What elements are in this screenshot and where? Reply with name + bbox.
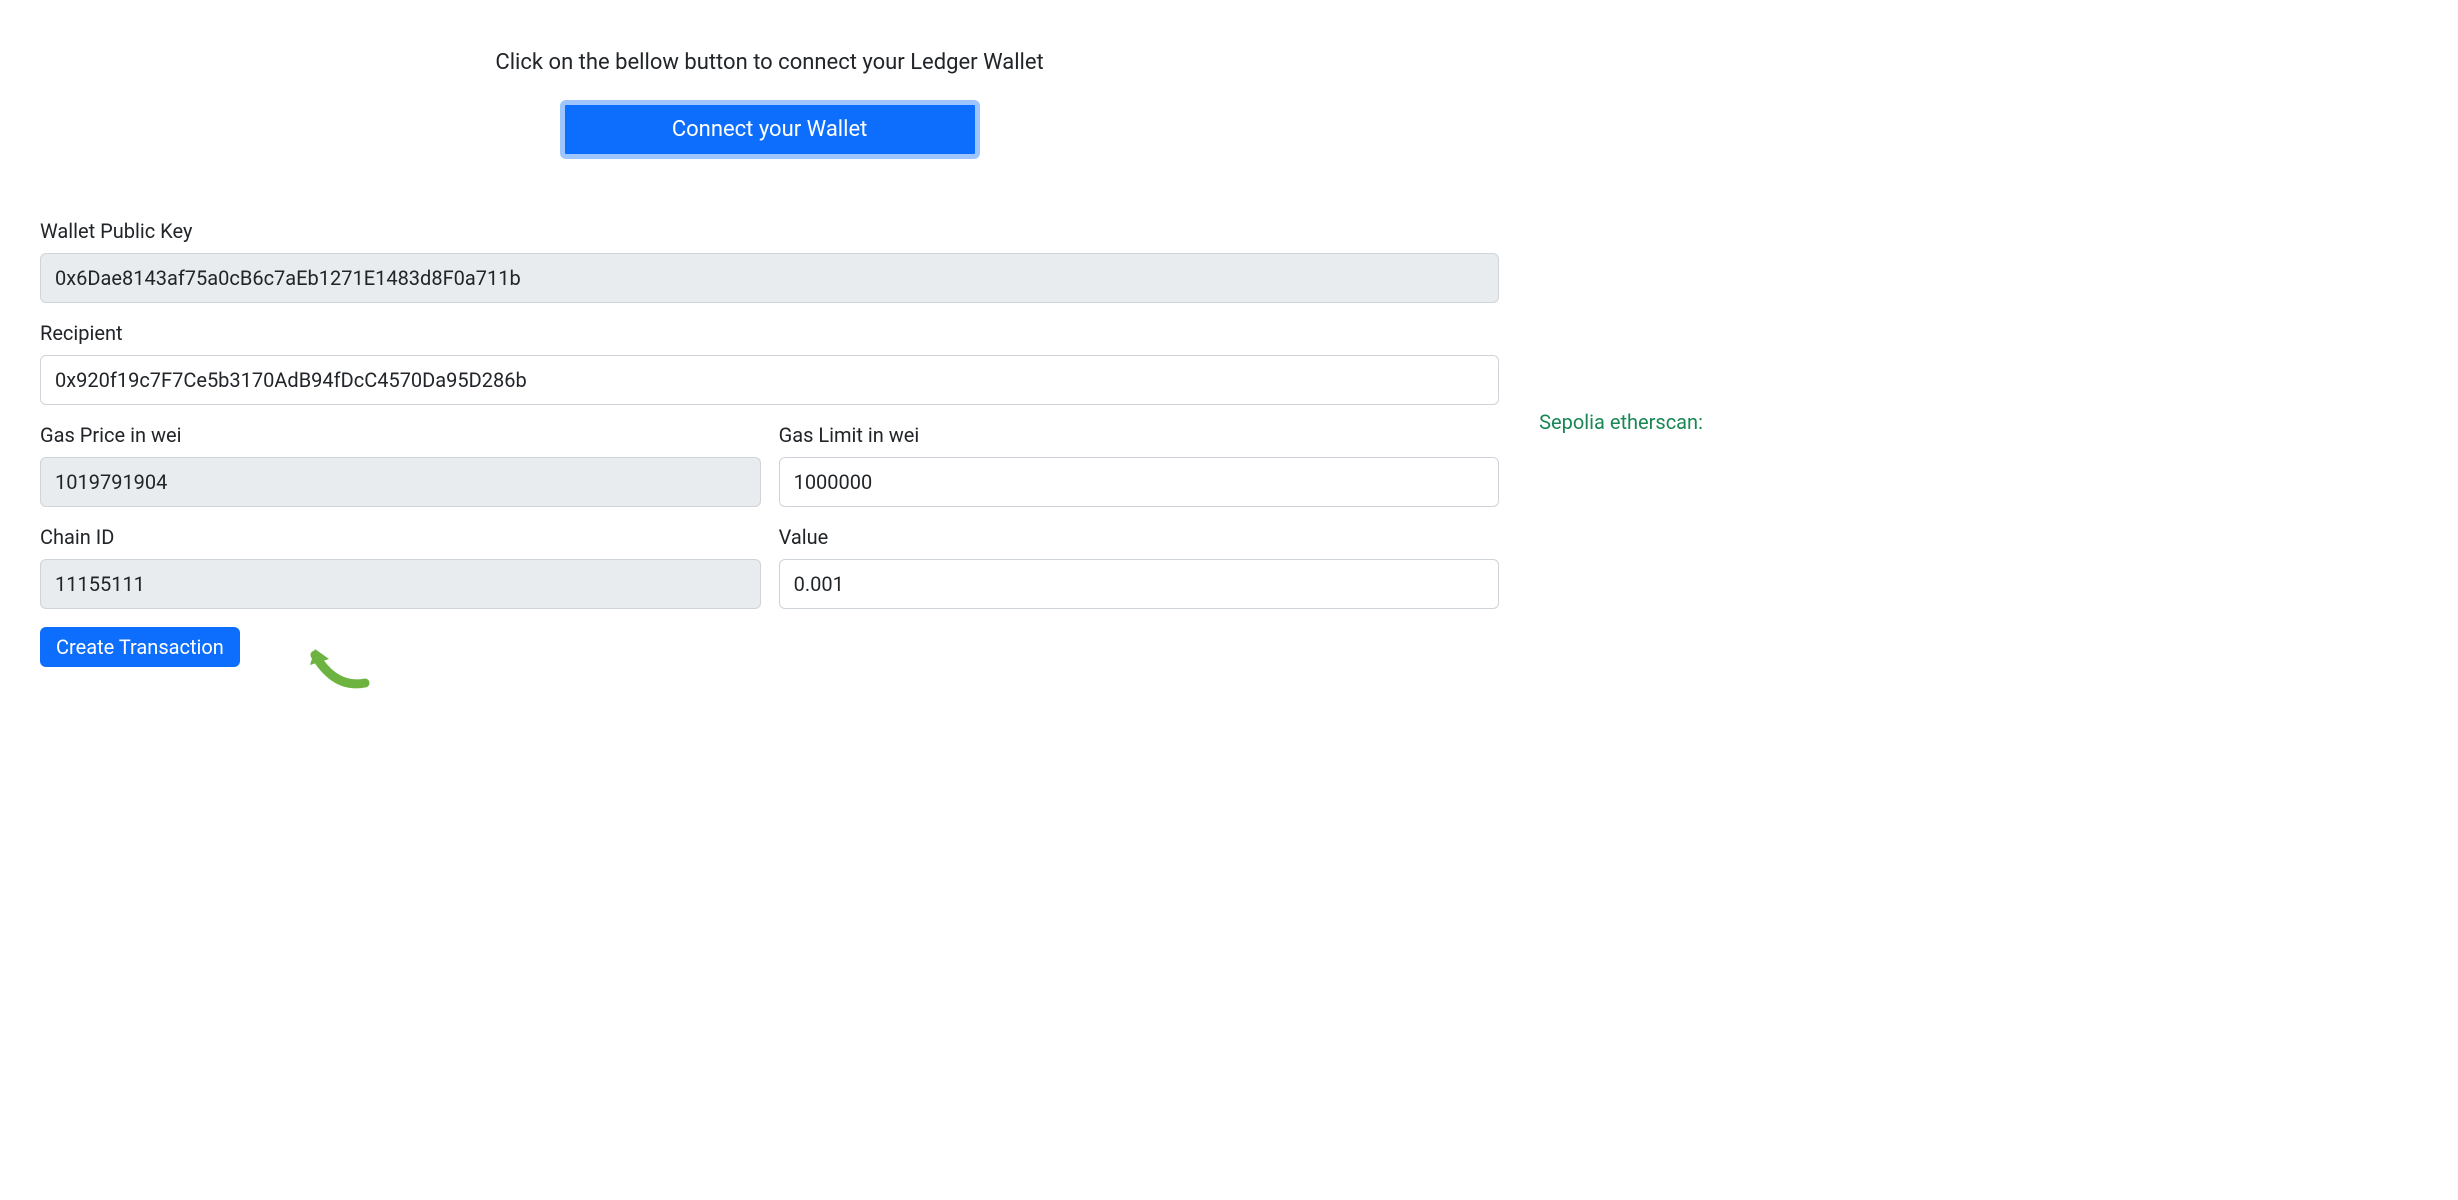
connect-wallet-button[interactable]: Connect your Wallet [560,100,980,159]
gas-limit-label: Gas Limit in wei [779,423,1500,447]
recipient-input[interactable] [40,355,1499,405]
etherscan-pane: Sepolia etherscan: [1539,20,2438,717]
recipient-group: Recipient [40,321,1499,405]
connect-wallet-section: Click on the bellow button to connect yo… [40,20,1499,159]
wallet-public-key-label: Wallet Public Key [40,219,1499,243]
gas-price-label: Gas Price in wei [40,423,761,447]
value-label: Value [779,525,1500,549]
gas-price-input [40,457,761,507]
recipient-label: Recipient [40,321,1499,345]
transaction-form-pane: Click on the bellow button to connect yo… [20,20,1519,717]
etherscan-label: Sepolia etherscan: [1539,410,2438,434]
annotation-arrow-icon [305,641,375,691]
gas-price-group: Gas Price in wei [40,423,761,507]
connect-instruction-text: Click on the bellow button to connect yo… [40,50,1499,75]
gas-limit-group: Gas Limit in wei [779,423,1500,507]
gas-limit-input[interactable] [779,457,1500,507]
chain-id-label: Chain ID [40,525,761,549]
value-group: Value [779,525,1500,609]
chain-id-group: Chain ID [40,525,761,609]
value-input[interactable] [779,559,1500,609]
wallet-public-key-group: Wallet Public Key [40,219,1499,303]
create-transaction-button[interactable]: Create Transaction [40,627,240,667]
wallet-public-key-input [40,253,1499,303]
chain-id-input [40,559,761,609]
